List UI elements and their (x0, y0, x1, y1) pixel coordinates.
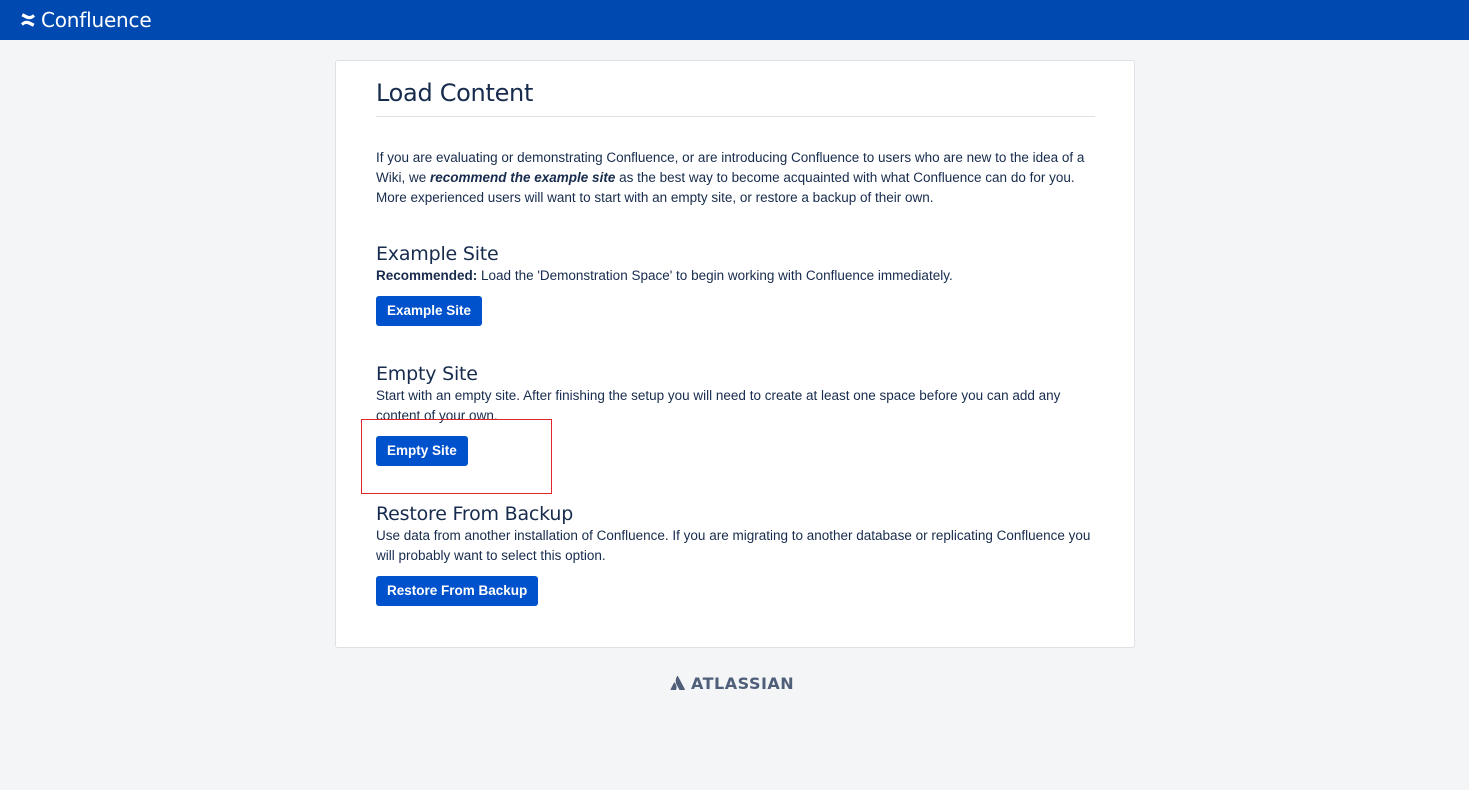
restore-from-backup-button[interactable]: Restore From Backup (376, 576, 539, 606)
empty-site-button[interactable]: Empty Site (376, 436, 468, 466)
example-site-title: Example Site (376, 243, 499, 265)
confluence-logo[interactable]: Confluence (20, 0, 152, 40)
confluence-logo-icon (20, 12, 36, 28)
load-content-panel: Load Content If you are evaluating or de… (335, 60, 1135, 648)
empty-site-description: Start with an empty site. After finishin… (376, 388, 1061, 423)
example-site-desc-text: Load the 'Demonstration Space' to begin … (477, 268, 953, 283)
atlassian-brand-text: ATLASSIAN (691, 673, 795, 693)
empty-site-section: Empty Site Start with an empty site. Aft… (376, 362, 1095, 466)
recommended-label: Recommended: (376, 268, 478, 283)
intro-text-emphasis: recommend the example site (430, 170, 616, 185)
example-site-button[interactable]: Example Site (376, 296, 483, 326)
atlassian-footer-logo: ATLASSIAN (670, 673, 794, 693)
atlassian-logo-icon (670, 675, 686, 691)
title-divider (376, 116, 1095, 117)
top-navigation-bar: Confluence (0, 0, 1469, 40)
empty-site-title: Empty Site (376, 363, 478, 385)
restore-backup-description: Use data from another installation of Co… (376, 528, 1091, 563)
restore-backup-title: Restore From Backup (376, 503, 574, 525)
example-site-section: Example Site Recommended: Load the 'Demo… (376, 242, 1095, 326)
restore-backup-section: Restore From Backup Use data from anothe… (376, 502, 1095, 606)
app-name: Confluence (41, 8, 152, 32)
page-title: Load Content (376, 79, 534, 107)
intro-text: If you are evaluating or demonstrating C… (376, 148, 1095, 208)
example-site-description: Recommended: Load the 'Demonstration Spa… (376, 266, 1095, 286)
